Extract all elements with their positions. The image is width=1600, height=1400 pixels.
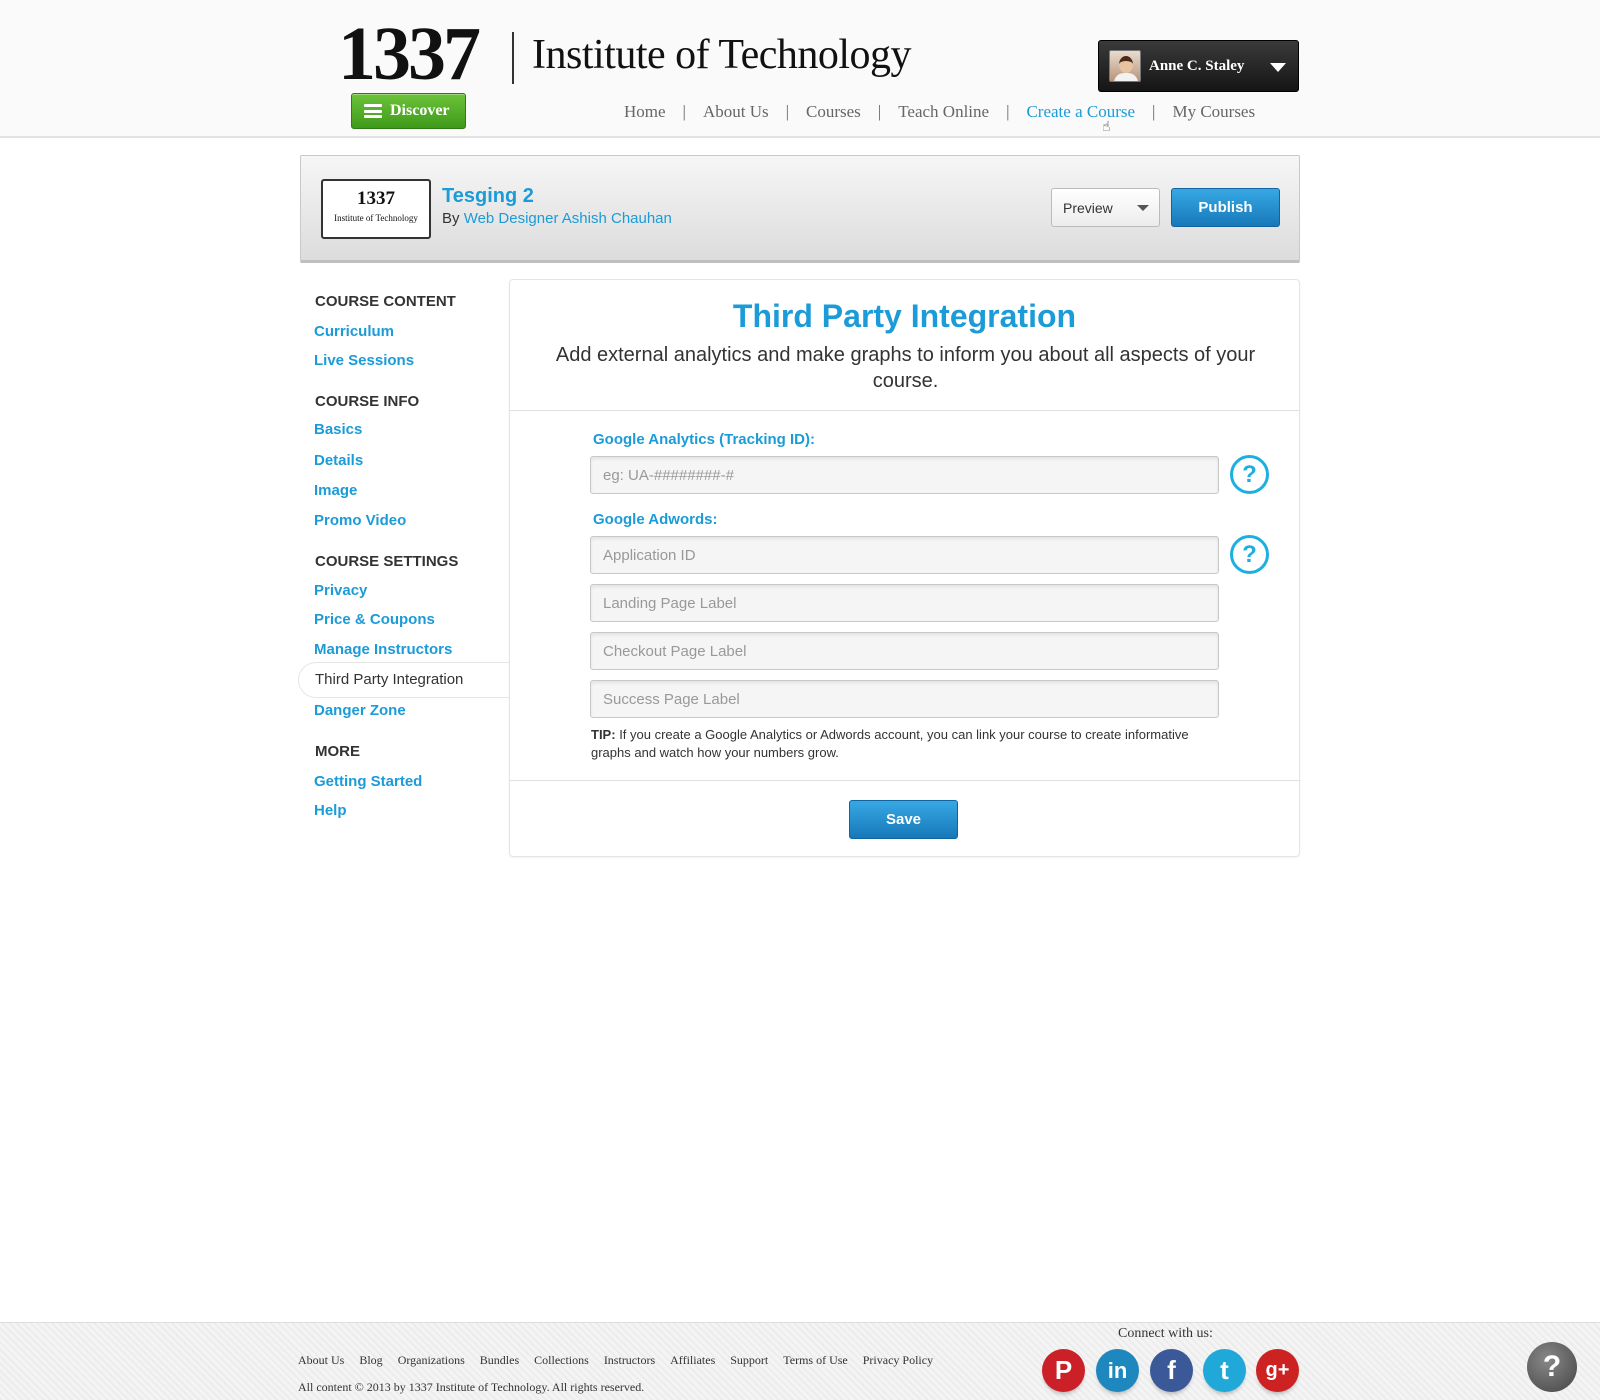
course-author-link[interactable]: Web Designer Ashish Chauhan [464, 210, 672, 227]
nav-teach-online[interactable]: Teach Online [898, 102, 989, 122]
logo-number[interactable]: 1337 [338, 16, 481, 92]
page-title: Third Party Integration [732, 298, 1077, 334]
chevron-down-icon [1137, 205, 1149, 211]
nav-courses[interactable]: Courses [806, 102, 861, 122]
course-thumbnail: 1337 Institute of Technology [321, 179, 431, 239]
checkout-page-label-input[interactable] [590, 632, 1219, 670]
nav-about-us[interactable]: About Us [703, 102, 769, 122]
menu-icon [364, 104, 382, 118]
publish-button[interactable]: Publish [1171, 188, 1280, 227]
help-icon[interactable]: ? [1230, 455, 1269, 494]
sidebar-item-third-party-integration[interactable]: Third Party Integration [298, 662, 512, 698]
sidebar-item-image[interactable]: Image [314, 482, 357, 499]
sidebar-item-danger-zone[interactable]: Danger Zone [314, 702, 406, 719]
discover-label: Discover [390, 102, 450, 119]
sidebar-item-price-coupons[interactable]: Price & Coupons [314, 611, 435, 628]
integration-panel: Third Party Integration Add external ana… [509, 279, 1300, 857]
sidebar-item-promo-video[interactable]: Promo Video [314, 512, 406, 529]
sidebar-item-details[interactable]: Details [314, 452, 363, 469]
site-header: 1337 Institute of Technology Discover An… [0, 0, 1600, 138]
footer-link-blog[interactable]: Blog [359, 1353, 382, 1368]
course-title[interactable]: Tesging 2 [442, 185, 534, 208]
pinterest-icon[interactable]: P [1042, 1349, 1085, 1392]
chevron-down-icon [1270, 63, 1286, 72]
google-plus-icon[interactable]: g+ [1256, 1349, 1299, 1392]
google-analytics-label: Google Analytics (Tracking ID): [593, 431, 815, 448]
footer-links: About Us Blog Organizations Bundles Coll… [298, 1353, 948, 1368]
sidebar-heading-course-content: COURSE CONTENT [315, 293, 456, 310]
tip-body: If you create a Google Analytics or Adwo… [591, 727, 1189, 760]
main-nav: Home | About Us | Courses | Teach Online… [624, 102, 1256, 122]
footer-link-privacy-policy[interactable]: Privacy Policy [863, 1353, 933, 1368]
footer-link-terms-of-use[interactable]: Terms of Use [783, 1353, 847, 1368]
footer-link-instructors[interactable]: Instructors [604, 1353, 655, 1368]
page-subtitle: Add external analytics and make graphs t… [555, 344, 1256, 392]
course-thumb-text: Institute of Technology [334, 213, 418, 223]
sidebar-item-help[interactable]: Help [314, 802, 347, 819]
sidebar-heading-course-settings: COURSE SETTINGS [315, 553, 459, 570]
logo-text[interactable]: Institute of Technology [532, 34, 912, 76]
tip-prefix: TIP: [591, 727, 616, 742]
footer-link-collections[interactable]: Collections [534, 1353, 589, 1368]
save-button[interactable]: Save [849, 800, 958, 839]
twitter-icon[interactable]: t [1203, 1349, 1246, 1392]
course-byline: By Web Designer Ashish Chauhan [442, 210, 672, 227]
sidebar-item-basics[interactable]: Basics [314, 421, 362, 438]
divider [510, 780, 1299, 781]
avatar [1109, 50, 1141, 82]
sidebar-heading-more: MORE [315, 743, 360, 760]
divider [510, 410, 1299, 411]
help-fab-icon[interactable]: ? [1527, 1342, 1577, 1392]
sidebar-item-privacy[interactable]: Privacy [314, 582, 367, 599]
footer: Connect with us: About Us Blog Organizat… [0, 1322, 1600, 1400]
google-adwords-label: Google Adwords: [593, 511, 718, 528]
footer-link-affiliates[interactable]: Affiliates [670, 1353, 715, 1368]
preview-label: Preview [1063, 199, 1113, 216]
sidebar-item-label: Third Party Integration [315, 671, 464, 688]
preview-dropdown[interactable]: Preview [1051, 188, 1160, 227]
footer-link-bundles[interactable]: Bundles [480, 1353, 519, 1368]
user-name: Anne C. Staley [1149, 57, 1245, 74]
connect-with-us-label: Connect with us: [1118, 1326, 1213, 1341]
help-icon[interactable]: ? [1230, 535, 1269, 574]
nav-my-courses[interactable]: My Courses [1172, 102, 1255, 122]
discover-button[interactable]: Discover [351, 93, 466, 129]
footer-link-organizations[interactable]: Organizations [398, 1353, 465, 1368]
tip-text: TIP: If you create a Google Analytics or… [591, 726, 1191, 762]
sidebar-heading-course-info: COURSE INFO [315, 393, 420, 410]
hand-cursor-icon: ☝ [1102, 118, 1111, 134]
success-page-label-input[interactable] [590, 680, 1219, 718]
footer-link-about-us[interactable]: About Us [298, 1353, 344, 1368]
sidebar-item-curriculum[interactable]: Curriculum [314, 323, 394, 340]
landing-page-label-input[interactable] [590, 584, 1219, 622]
footer-link-support[interactable]: Support [730, 1353, 768, 1368]
sidebar-item-manage-instructors[interactable]: Manage Instructors [314, 641, 452, 658]
logo-divider [512, 32, 514, 84]
linkedin-icon[interactable]: in [1096, 1349, 1139, 1392]
google-analytics-input[interactable] [590, 456, 1219, 494]
user-menu[interactable]: Anne C. Staley [1098, 40, 1299, 92]
course-bar: 1337 Institute of Technology Tesging 2 B… [300, 155, 1300, 263]
course-thumb-number: 1337 [357, 188, 395, 209]
sidebar-item-live-sessions[interactable]: Live Sessions [314, 352, 414, 369]
copyright: All content © 2013 by 1337 Institute of … [298, 1380, 645, 1394]
nav-home[interactable]: Home [624, 102, 666, 122]
course-by-prefix: By [442, 210, 460, 227]
nav-create-a-course[interactable]: Create a Course [1026, 102, 1135, 122]
sidebar-item-getting-started[interactable]: Getting Started [314, 773, 422, 790]
facebook-icon[interactable]: f [1150, 1349, 1193, 1392]
application-id-input[interactable] [590, 536, 1219, 574]
